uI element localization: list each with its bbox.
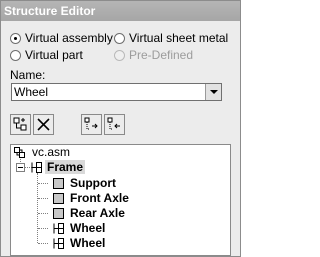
virtual-sheet-metal-label: Virtual sheet metal <box>129 31 229 45</box>
part-icon <box>53 208 64 219</box>
assembly-root-icon <box>14 147 25 158</box>
promote-button[interactable] <box>104 114 125 135</box>
option-pre-defined: Pre-Defined <box>114 47 193 63</box>
tree-node-wheel-1[interactable]: Wheel <box>70 221 105 235</box>
virtual-assembly-label: Virtual assembly <box>25 31 113 45</box>
subassembly-icon <box>53 223 64 234</box>
structure-editor-window: Structure Editor Virtual assembly Virtua… <box>0 0 241 257</box>
option-virtual-sheet-metal[interactable]: Virtual sheet metal <box>114 30 228 46</box>
virtual-sheet-metal-radio[interactable] <box>114 32 125 44</box>
pre-defined-label: Pre-Defined <box>129 48 194 62</box>
structure-tree[interactable]: vc.asm Frame Support Front Axle Rear Axl… <box>10 144 231 256</box>
tree-node-frame[interactable]: Frame <box>45 160 86 174</box>
tree-connector <box>38 183 48 184</box>
tree-node-wheel-2[interactable]: Wheel <box>70 236 105 250</box>
name-combobox[interactable]: Wheel <box>11 83 222 101</box>
option-virtual-part[interactable]: Virtual part <box>10 47 83 63</box>
virtual-assembly-radio[interactable] <box>10 32 21 44</box>
demote-button[interactable] <box>81 114 102 135</box>
name-value[interactable]: Wheel <box>14 85 48 99</box>
subassembly-icon <box>31 162 42 173</box>
tree-connector <box>38 198 48 199</box>
part-icon <box>53 178 64 189</box>
collapse-frame-icon[interactable] <box>16 163 25 172</box>
tree-connector <box>38 213 48 214</box>
delete-icon <box>37 118 50 131</box>
tree-connector <box>38 243 48 244</box>
new-component-icon <box>13 117 27 131</box>
tree-node-rear-axle[interactable]: Rear Axle <box>70 206 125 220</box>
tree-node-support[interactable]: Support <box>70 176 116 190</box>
tree-connector <box>38 228 48 229</box>
tree-node-root[interactable]: vc.asm <box>32 145 70 159</box>
name-label: Name: <box>10 68 46 82</box>
virtual-part-label: Virtual part <box>25 48 83 62</box>
subassembly-icon <box>53 238 64 249</box>
pre-defined-radio <box>114 49 125 61</box>
window-title: Structure Editor <box>4 4 96 18</box>
title-bar[interactable]: Structure Editor <box>1 1 240 21</box>
virtual-part-radio[interactable] <box>10 49 21 61</box>
delete-button[interactable] <box>33 114 54 135</box>
option-virtual-assembly[interactable]: Virtual assembly <box>10 30 113 46</box>
demote-icon <box>84 117 98 130</box>
tree-node-front-axle[interactable]: Front Axle <box>70 191 129 205</box>
part-icon <box>53 193 64 204</box>
new-component-button[interactable] <box>10 114 31 135</box>
promote-icon <box>107 117 120 130</box>
dropdown-arrow-icon[interactable] <box>205 84 221 100</box>
